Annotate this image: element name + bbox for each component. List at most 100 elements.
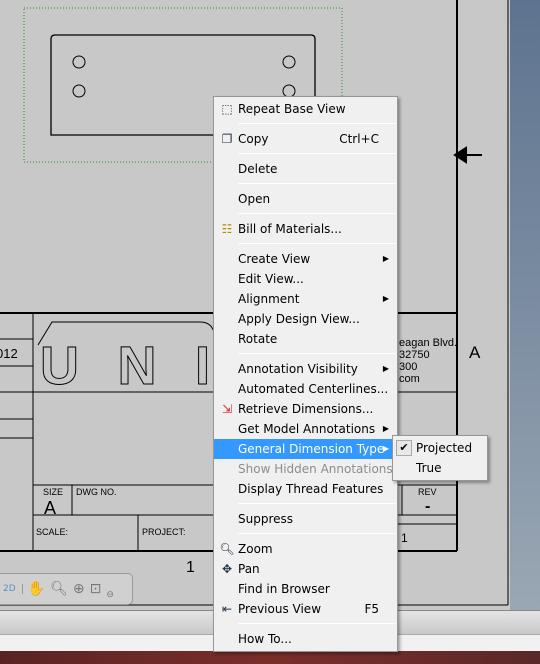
menu-item-zoom[interactable]: 🔍︎ Zoom — [214, 539, 397, 559]
address-line: eagan Blvd. — [399, 337, 458, 349]
menu-separator — [238, 153, 396, 154]
menu-item-general-dimension-type[interactable]: General Dimension Type ▶ — [214, 439, 397, 459]
menu-label: Bill of Materials... — [238, 222, 342, 236]
menu-label: Get Model Annotations — [238, 422, 376, 436]
menu-item-repeat-base-view[interactable]: ⬚ Repeat Base View — [214, 99, 397, 119]
menu-label: Apply Design View... — [238, 312, 360, 326]
menu-label: Zoom — [238, 542, 273, 556]
zoom-window-icon[interactable]: ⊡ — [90, 581, 102, 597]
menu-label: Display Thread Features — [238, 482, 384, 496]
menu-separator — [238, 183, 396, 184]
context-menu: ⬚ Repeat Base View ❐ Copy Ctrl+C Delete Ope… — [213, 96, 398, 652]
submenu-item-true[interactable]: True — [393, 458, 487, 478]
repeat-base-view-icon: ⬚ — [221, 102, 233, 116]
shortcut-label: Ctrl+C — [339, 132, 379, 146]
menu-label: Edit View... — [238, 272, 304, 286]
menu-label: Create View — [238, 252, 311, 266]
submenu-arrow-icon: ▶ — [382, 294, 389, 303]
zoom-icon[interactable]: 🔍︎ — [50, 581, 68, 597]
menu-label: Rotate — [238, 332, 278, 346]
menu-item-copy[interactable]: ❐ Copy Ctrl+C — [214, 129, 397, 149]
date-fragment: 012 — [0, 346, 18, 361]
background-panel — [510, 0, 540, 610]
address-line: com — [399, 373, 420, 385]
menu-item-delete[interactable]: Delete — [214, 159, 397, 179]
checkmark-icon: ✔ — [396, 440, 412, 456]
menu-label: How To... — [238, 632, 292, 646]
menu-label: Copy — [238, 132, 269, 146]
menu-separator — [238, 353, 396, 354]
submenu-arrow-icon: ▶ — [382, 364, 389, 373]
address-line: 300 — [399, 361, 418, 373]
zoom-icon: 🔍︎ — [219, 542, 235, 556]
dwg-no-label: DWG NO. — [76, 487, 117, 497]
menu-label: Delete — [238, 162, 278, 176]
menu-label: Repeat Base View — [238, 102, 346, 116]
taskbar — [0, 651, 540, 664]
menu-item-suppress[interactable]: Suppress — [214, 509, 397, 529]
rev-label: REV — [418, 487, 437, 497]
menu-item-open[interactable]: Open — [214, 189, 397, 209]
menu-label: Show Hidden Annotations — [238, 462, 393, 476]
scale-label: SCALE: — [36, 527, 69, 537]
menu-item-display-thread-features[interactable]: Display Thread Features — [214, 479, 397, 499]
menu-item-annotation-visibility[interactable]: Annotation Visibility ▶ — [214, 359, 397, 379]
menu-separator — [238, 213, 396, 214]
submenu-arrow-icon: ▶ — [382, 254, 389, 263]
pan-icon[interactable]: ✋ — [28, 581, 45, 597]
sheet-value: 1 — [401, 531, 408, 545]
menu-item-alignment[interactable]: Alignment ▶ — [214, 289, 397, 309]
menu-item-edit-view[interactable]: Edit View... — [214, 269, 397, 289]
menu-item-find-in-browser[interactable]: Find in Browser — [214, 579, 397, 599]
menu-label: Open — [238, 192, 271, 206]
menu-item-rotate[interactable]: Rotate — [214, 329, 397, 349]
menu-separator — [238, 623, 396, 624]
menu-item-automated-centerlines[interactable]: Automated Centerlines... — [214, 379, 397, 399]
view-mode-2d[interactable]: 2D — [3, 584, 23, 594]
menu-label: Projected — [416, 441, 473, 455]
rev-value: - — [425, 498, 431, 515]
menu-label: Previous View — [238, 602, 322, 616]
size-value: A — [44, 498, 57, 518]
retrieve-dimensions-icon: ⇲ — [221, 402, 233, 416]
address-line: 32750 — [399, 349, 430, 361]
menu-item-how-to[interactable]: How To... — [214, 629, 397, 649]
menu-separator — [238, 123, 396, 124]
submenu-arrow-icon: ▶ — [382, 424, 389, 433]
menu-label: Find in Browser — [238, 582, 330, 596]
menu-item-show-hidden-annotations: Show Hidden Annotations — [214, 459, 397, 479]
size-label: SIZE — [43, 487, 64, 497]
project-label: PROJECT: — [142, 527, 186, 537]
navigation-bar: 2D ✋ 🔍︎ ⊕ ⊡ ⊖ — [0, 573, 133, 605]
menu-label: General Dimension Type — [238, 442, 385, 456]
menu-label: Pan — [238, 562, 260, 576]
menu-label: Annotation Visibility — [238, 362, 358, 376]
bill-of-materials-icon: ☷ — [221, 222, 233, 236]
sheet-number: 1 — [186, 559, 195, 576]
menu-label: Alignment — [238, 292, 300, 306]
shortcut-label: F5 — [364, 602, 379, 616]
general-dimension-type-submenu: ✔ Projected True — [392, 435, 488, 481]
menu-item-bill-of-materials[interactable]: ☷ Bill of Materials... — [214, 219, 397, 239]
navbar-options-icon[interactable]: ⊖ — [106, 590, 114, 600]
part-holes — [72, 55, 296, 98]
menu-item-pan[interactable]: ✥ Pan — [214, 559, 397, 579]
pan-icon: ✥ — [221, 562, 233, 576]
menu-separator — [238, 533, 396, 534]
company-logo: UNI — [40, 336, 210, 396]
menu-item-previous-view[interactable]: ⇤ Previous View F5 — [214, 599, 397, 619]
address-block: eagan Blvd. 32750 300 com — [399, 337, 457, 385]
menu-item-apply-design-view[interactable]: Apply Design View... — [214, 309, 397, 329]
menu-separator — [238, 243, 396, 244]
menu-item-retrieve-dimensions[interactable]: ⇲ Retrieve Dimensions... — [214, 399, 397, 419]
menu-separator — [238, 503, 396, 504]
menu-label: Automated Centerlines... — [238, 382, 389, 396]
submenu-arrow-icon: ▶ — [382, 444, 389, 453]
menu-item-get-model-annotations[interactable]: Get Model Annotations ▶ — [214, 419, 397, 439]
copy-icon: ❐ — [221, 132, 233, 146]
menu-item-create-view[interactable]: Create View ▶ — [214, 249, 397, 269]
section-arrow[interactable] — [453, 146, 482, 164]
submenu-item-projected[interactable]: ✔ Projected — [393, 438, 487, 458]
menu-label: Retrieve Dimensions... — [238, 402, 374, 416]
zoom-all-icon[interactable]: ⊕ — [73, 581, 85, 597]
